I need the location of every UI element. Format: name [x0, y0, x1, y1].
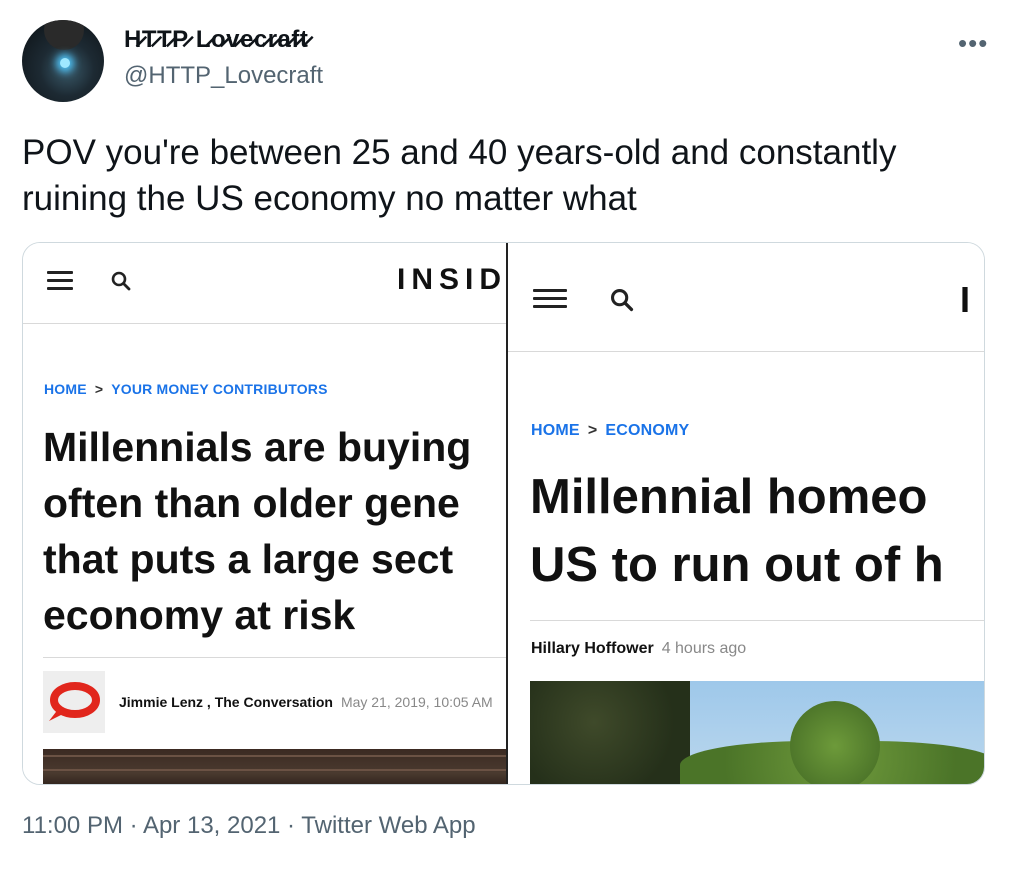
author-name: Hillary Hoffower [531, 640, 654, 657]
conversation-logo-icon [43, 671, 105, 733]
byline-divider [530, 620, 984, 621]
headline-line: Millennials are buying [43, 424, 472, 470]
article-date: 4 hours ago [661, 640, 747, 657]
article-byline: Hillary Hoffower 4 hours ago [531, 640, 746, 658]
breadcrumb-separator: > [587, 422, 598, 439]
article-screenshot-left: INSID HOME > YOUR MONEY CONTRIBUTORS Mille… [23, 243, 506, 784]
publication-logo: INSID [397, 263, 506, 296]
breadcrumb: HOME > ECONOMY [531, 422, 689, 440]
author-name: Jimmie Lenz , The Conversation [119, 694, 333, 710]
headline-line: Millennial homeo [530, 470, 928, 524]
byline-divider [43, 657, 506, 658]
hamburger-menu-icon [533, 289, 567, 309]
tweet-media[interactable]: INSID HOME > YOUR MONEY CONTRIBUTORS Mille… [22, 242, 985, 785]
search-icon [611, 289, 634, 312]
publication-logo: I [960, 279, 977, 320]
headline-line: often than older gene [43, 480, 460, 526]
article-headline: Millennials are buying often than older … [43, 419, 471, 643]
header-divider [508, 351, 984, 352]
avatar[interactable] [22, 20, 104, 102]
tweet-timestamp[interactable]: 11:00 PM · Apr 13, 2021 · Twitter Web Ap… [22, 812, 476, 840]
breadcrumb: HOME > YOUR MONEY CONTRIBUTORS [44, 381, 328, 397]
article-date: May 21, 2019, 10:05 AM [340, 694, 493, 710]
hamburger-menu-icon [47, 271, 73, 291]
search-icon [111, 271, 131, 291]
display-name[interactable]: H̷T̷T̷P̷ L̷o̷v̷e̷c̷r̷a̷f̷t̷ [124, 26, 308, 54]
article-screenshot-right: I HOME > ECONOMY Millennial homeo US to ru… [508, 243, 984, 784]
more-options-icon[interactable]: ••• [958, 28, 988, 59]
headline-line: that puts a large sect [43, 536, 454, 582]
article-photo [530, 681, 984, 784]
breadcrumb-home: HOME [531, 422, 580, 439]
headline-line: economy at risk [43, 592, 356, 638]
breadcrumb-section: YOUR MONEY CONTRIBUTORS [111, 381, 328, 397]
breadcrumb-home: HOME [44, 381, 87, 397]
user-handle[interactable]: @HTTP_Lovecraft [124, 62, 323, 90]
headline-line: US to run out of h [530, 538, 944, 592]
article-headline: Millennial homeo US to run out of h [530, 463, 944, 599]
tweet-text: POV you're between 25 and 40 years-old a… [22, 133, 897, 218]
breadcrumb-separator: > [94, 381, 104, 397]
article-byline: Jimmie Lenz , The Conversation May 21, 20… [119, 694, 493, 710]
header-divider [23, 323, 506, 324]
article-photo [43, 749, 506, 784]
breadcrumb-section: ECONOMY [605, 422, 690, 439]
